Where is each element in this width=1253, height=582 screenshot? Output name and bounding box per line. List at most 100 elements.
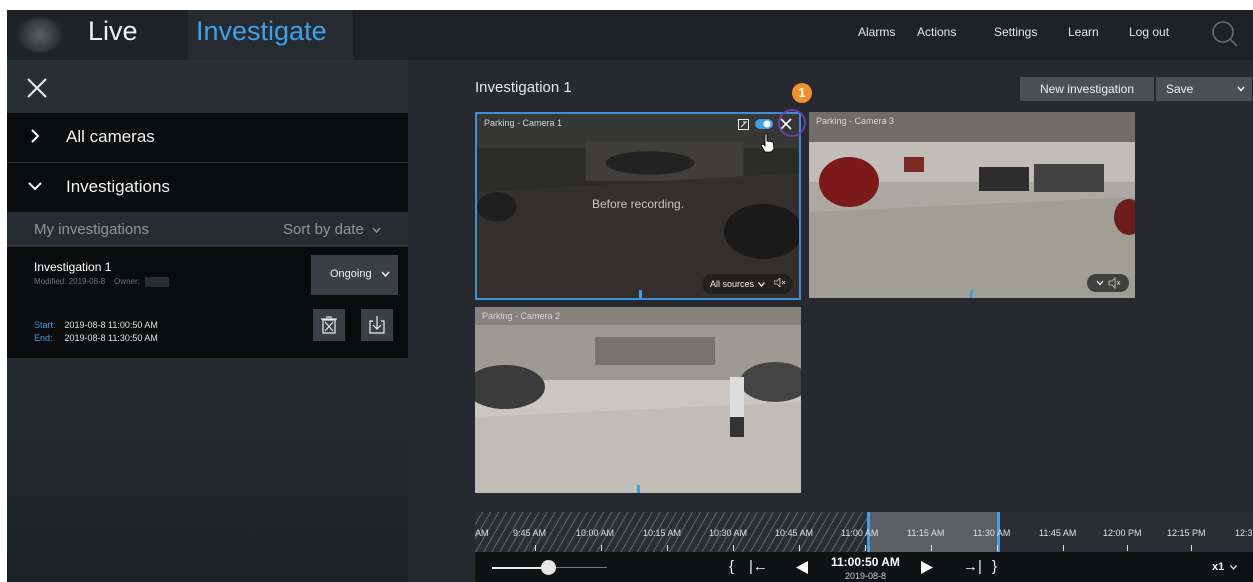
chevron-down-icon: [381, 271, 390, 278]
tick-label: 11:30 AM: [973, 528, 1011, 538]
current-time: 11:00:50 AM: [831, 555, 900, 569]
tick-label: 10:30 AM: [709, 528, 748, 538]
tick-label: 12:15 PM: [1167, 528, 1206, 538]
nav-learn[interactable]: Learn: [1068, 25, 1099, 39]
page-title: Investigation 1: [475, 79, 572, 96]
maximize-icon[interactable]: [738, 118, 749, 130]
tick-mark: [1063, 545, 1064, 551]
search-icon[interactable]: [1210, 19, 1240, 49]
playhead-marker: [970, 290, 973, 298]
tick-label: 12:00 PM: [1103, 528, 1142, 538]
next-sequence-icon[interactable]: →|: [963, 558, 982, 575]
tick-mark: [667, 545, 668, 551]
chevron-down-icon: [758, 282, 766, 287]
start-row: Start: 2019-08-8 11:00:50 AM: [34, 320, 158, 330]
timeline[interactable]: AM 9:45 AM 10:00 AM 10:15 AM 10:30 AM 10…: [475, 512, 1253, 552]
current-date: 2019-08-8: [845, 571, 887, 581]
go-to-end-marker-icon[interactable]: }: [992, 558, 997, 575]
investigations-panel: All cameras Investigations My investigat…: [7, 60, 408, 582]
playback-speed-dropdown[interactable]: x1: [1212, 561, 1238, 573]
previous-sequence-icon[interactable]: |←: [749, 558, 768, 575]
tick-mark: [733, 545, 734, 551]
sources-dropdown[interactable]: All sources: [701, 274, 793, 294]
end-row: End: 2019-08-8 11:30:50 AM: [34, 333, 158, 343]
chevron-down-icon: [1230, 565, 1238, 570]
investigation-meta: Modified: 2019-08-8 Owner:: [34, 277, 170, 287]
speed-value: x1: [1212, 561, 1225, 573]
camera-tile-3[interactable]: Parking - Camera 3: [809, 112, 1135, 298]
nav-alarms[interactable]: Alarms: [858, 25, 895, 39]
camera-tile-1[interactable]: Parking - Camera 1 Before recording. All…: [475, 112, 801, 300]
tick-label: 11:00 AM: [841, 528, 879, 538]
playback-toggle[interactable]: [755, 119, 773, 129]
investigation-title: Investigation 1: [34, 260, 112, 274]
chevron-right-icon: [31, 129, 40, 143]
camera-video-feed: [475, 307, 801, 493]
hand-cursor-icon: [760, 133, 775, 153]
modified-date: 2019-08-8: [68, 277, 106, 287]
close-icon[interactable]: [26, 77, 48, 99]
playhead-marker: [639, 290, 642, 298]
sort-label: Sort by date: [282, 221, 364, 238]
owner-label: Owner:: [114, 277, 140, 287]
status-dropdown[interactable]: Ongoing: [311, 255, 398, 295]
download-icon: [369, 316, 385, 334]
end-value: 2019-08-8 11:30:50 AM: [64, 333, 158, 343]
save-label: Save: [1166, 82, 1194, 96]
top-bar: Live Investigate Alarms Actions Settings…: [7, 10, 1253, 60]
section-all-cameras[interactable]: All cameras: [7, 113, 408, 163]
status-value: Ongoing: [330, 268, 372, 280]
highlight-ring: [778, 109, 806, 137]
zoom-slider-handle[interactable]: [541, 560, 556, 575]
start-label: Start:: [34, 320, 56, 330]
tick-mark: [1127, 545, 1128, 551]
playback-controls: { |← 11:00:50 AM 2019-08-8 →| } x1: [475, 552, 1253, 582]
investigation-workspace: Investigation 1 New investigation Save P…: [408, 60, 1253, 582]
tick-mark: [1191, 545, 1192, 551]
play-reverse-icon[interactable]: [796, 561, 809, 574]
tick-label: 11:15 AM: [907, 528, 945, 538]
tick-label: AM: [475, 528, 489, 538]
play-forward-icon[interactable]: [921, 561, 934, 574]
section-label: All cameras: [66, 127, 155, 146]
tick-mark: [601, 545, 602, 551]
sources-label: All sources: [709, 279, 754, 289]
tick-label: 10:15 AM: [643, 528, 682, 538]
tab-live[interactable]: Live: [88, 10, 188, 60]
tick-mark: [931, 545, 932, 551]
nav-actions[interactable]: Actions: [917, 25, 956, 39]
app-logo: [15, 18, 65, 52]
save-button[interactable]: Save: [1156, 77, 1252, 101]
tick-label: 10:00 AM: [576, 528, 615, 538]
tick-label: 12:3: [1235, 528, 1253, 538]
investigation-card[interactable]: Investigation 1 Modified: 2019-08-8 Owne…: [7, 247, 408, 358]
playhead-marker: [637, 485, 640, 493]
tab-investigate[interactable]: Investigate: [188, 10, 353, 60]
go-to-start-marker-icon[interactable]: {: [729, 558, 734, 575]
modified-label: Modified:: [34, 277, 67, 287]
camera-name: Parking - Camera 1: [484, 118, 563, 128]
section-label: Investigations: [66, 177, 170, 196]
owner-value-redacted: [145, 277, 170, 287]
callout-badge: 1: [792, 83, 812, 103]
tick-mark: [997, 545, 998, 551]
export-button[interactable]: [361, 309, 393, 341]
tick-mark: [865, 545, 866, 551]
camera-name: Parking - Camera 3: [816, 116, 895, 126]
nav-log-out[interactable]: Log out: [1129, 25, 1169, 39]
recording-status: Before recording.: [591, 197, 685, 211]
camera-tile-2[interactable]: Parking - Camera 2: [475, 307, 801, 493]
tick-label: 11:45 AM: [1039, 528, 1077, 538]
end-label: End:: [34, 333, 53, 343]
section-investigations[interactable]: Investigations: [7, 163, 408, 213]
start-value: 2019-08-8 11:00:50 AM: [64, 320, 158, 330]
tick-label: 9:45 AM: [513, 528, 547, 538]
speaker-muted-icon[interactable]: [773, 277, 786, 288]
tile-controls[interactable]: [1087, 274, 1129, 292]
delete-button[interactable]: [313, 309, 345, 341]
sort-dropdown[interactable]: Sort by date: [283, 221, 381, 238]
my-investigations-label: My investigations: [34, 221, 150, 238]
new-investigation-button[interactable]: New investigation: [1020, 77, 1154, 101]
camera-video-feed: [809, 112, 1135, 298]
nav-settings[interactable]: Settings: [994, 25, 1037, 39]
